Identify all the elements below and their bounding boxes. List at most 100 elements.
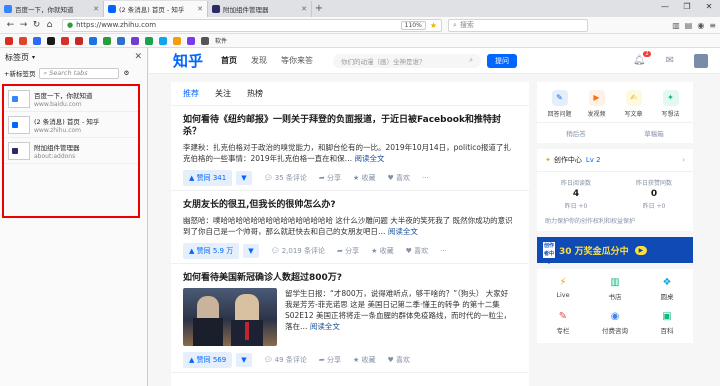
- quick-create-item[interactable]: ▶ 发视频: [578, 90, 615, 118]
- browser-tab-addons[interactable]: 附加组件管理器 ✕: [208, 1, 312, 17]
- sidebar-tab-item[interactable]: (2 条消息) 首页 - 知乎 www.zhihu.com: [4, 112, 138, 138]
- quick-create-item[interactable]: ✍ 写文章: [615, 90, 652, 118]
- url-bar[interactable]: ● https://www.zhihu.com 110% ★: [62, 18, 442, 32]
- drafts-link[interactable]: 草稿箱: [615, 123, 693, 143]
- bookmark-favicon-icon[interactable]: [19, 36, 27, 45]
- close-tab-icon[interactable]: ✕: [93, 5, 99, 13]
- browser-search-input[interactable]: ⌕ 搜索: [448, 18, 588, 32]
- bookmark-favicon-icon[interactable]: [89, 36, 97, 45]
- search-icon[interactable]: ⌕: [469, 56, 473, 65]
- comment-button[interactable]: 💬︎ 35 条评论: [264, 173, 307, 183]
- bookmark-favicon-icon[interactable]: [159, 36, 167, 45]
- card-title[interactable]: 如何看待美国新冠确诊人数超过800万?: [183, 272, 517, 284]
- zoom-level[interactable]: 110%: [400, 20, 426, 30]
- bell-icon[interactable]: 🔔︎ 2: [633, 51, 651, 66]
- bookmark-folder[interactable]: 软件: [215, 36, 227, 45]
- feature-item[interactable]: ◉ 付费咨询: [589, 311, 641, 335]
- read-more-link[interactable]: 阅读全文: [310, 322, 340, 331]
- library-icon[interactable]: ▥: [672, 21, 680, 30]
- card-title[interactable]: 女朋友长的很丑,但我长的很帅怎么办?: [183, 199, 517, 211]
- close-window-icon[interactable]: ✕: [698, 0, 720, 14]
- bookmark-favicon-icon[interactable]: [103, 36, 111, 45]
- share-button[interactable]: ➦ 分享: [319, 355, 341, 365]
- nav-discover[interactable]: 发现: [251, 55, 267, 66]
- nav-home[interactable]: 首页: [221, 55, 237, 66]
- forward-icon[interactable]: →: [17, 20, 30, 30]
- minimize-icon[interactable]: —: [654, 0, 676, 14]
- bookmark-star-icon[interactable]: ★: [430, 21, 437, 30]
- card-title[interactable]: 如何看待《纽约邮报》一则关于拜登的负面报道，于近日被Facebook和推特封杀？: [183, 114, 517, 138]
- share-button[interactable]: ➦ 分享: [319, 173, 341, 183]
- close-sidebar-icon[interactable]: ✕: [134, 52, 142, 62]
- maximize-icon[interactable]: ❐: [676, 0, 698, 14]
- bookmark-favicon-icon[interactable]: [173, 36, 181, 45]
- feature-item[interactable]: ▥ 书店: [589, 277, 641, 301]
- like-button[interactable]: ♥ 喜欢: [406, 246, 429, 256]
- read-more-link[interactable]: 阅读全文: [388, 227, 418, 236]
- feature-item[interactable]: ✎ 专栏: [537, 311, 589, 335]
- bookmark-favicon-icon[interactable]: [5, 36, 13, 45]
- card-excerpt[interactable]: 幽怒哈：噗哈哈哈哈哈哈哈哈哈哈哈哈哈哈哈 这什么沙雕问题 大半夜的笑死我了 既然…: [183, 215, 517, 237]
- new-tab-link[interactable]: +新标签页: [4, 68, 35, 78]
- message-icon[interactable]: ✉: [666, 55, 674, 66]
- menu-icon[interactable]: ≡: [709, 21, 716, 30]
- more-icon[interactable]: ···: [440, 247, 447, 255]
- tab-recommend[interactable]: 推荐: [183, 88, 199, 99]
- favorite-button[interactable]: ★ 收藏: [353, 355, 376, 365]
- feature-item[interactable]: ❖ 圆桌: [641, 277, 693, 301]
- settings-gear-icon[interactable]: ⚙: [123, 69, 129, 77]
- sidebar-tab-item[interactable]: 百度一下，你就知道 www.baidu.com: [4, 86, 138, 112]
- bookmark-favicon-icon[interactable]: [117, 36, 125, 45]
- bookmark-favicon-icon[interactable]: [145, 36, 153, 45]
- avatar[interactable]: [694, 53, 708, 68]
- like-button[interactable]: ♥ 喜欢: [387, 173, 410, 183]
- tab-follow[interactable]: 关注: [215, 88, 231, 99]
- comment-button[interactable]: 💬︎ 2,019 条评论: [271, 246, 325, 256]
- sidebar-header[interactable]: 标签页 ▾ ✕: [0, 48, 147, 66]
- new-tab-button[interactable]: +: [312, 1, 326, 17]
- sidebar-toggle-icon[interactable]: ▤: [685, 21, 693, 30]
- account-icon[interactable]: ◉: [697, 21, 704, 30]
- close-tab-icon[interactable]: ✕: [197, 5, 203, 13]
- bookmark-favicon-icon[interactable]: [47, 36, 55, 45]
- quick-create-item[interactable]: ✦ 写想法: [652, 90, 689, 118]
- creator-header[interactable]: ✦ 创作中心 Lv 2 ›: [537, 149, 693, 172]
- downvote-button[interactable]: ▼: [236, 171, 252, 185]
- downvote-button[interactable]: ▼: [236, 353, 252, 367]
- share-button[interactable]: ➦ 分享: [337, 246, 359, 256]
- like-button[interactable]: ♥ 喜欢: [387, 355, 410, 365]
- tab-search-input[interactable]: ⌕ Search tabs: [39, 67, 120, 79]
- bookmark-favicon-icon[interactable]: [131, 36, 139, 45]
- quick-create-item[interactable]: ✎ 回答问题: [541, 90, 578, 118]
- feature-item[interactable]: ▣ 百科: [641, 311, 693, 335]
- zhihu-logo[interactable]: 知乎: [173, 50, 203, 71]
- tab-hot[interactable]: 热榜: [247, 88, 263, 99]
- ask-button[interactable]: 提问: [487, 53, 518, 68]
- upvote-button[interactable]: ▲ 赞同 341: [183, 170, 233, 186]
- feature-item[interactable]: ⚡ Live: [537, 277, 589, 301]
- creator-tip[interactable]: 助力保护你的创作权利和权益保护: [537, 216, 693, 231]
- upvote-button[interactable]: ▲ 赞同 569: [183, 352, 233, 368]
- browser-tab-zhihu[interactable]: (2 条消息) 首页 - 知乎 ✕: [104, 1, 208, 17]
- bookmark-favicon-icon[interactable]: [201, 36, 209, 45]
- browser-tab-baidu[interactable]: 百度一下，你就知道 ✕: [0, 1, 104, 17]
- more-icon[interactable]: ···: [422, 174, 429, 182]
- nav-waiting[interactable]: 等你来答: [281, 55, 313, 66]
- back-icon[interactable]: ←: [4, 20, 17, 30]
- home-icon[interactable]: ⌂: [43, 20, 56, 30]
- bookmark-favicon-icon[interactable]: [61, 36, 69, 45]
- bookmark-favicon-icon[interactable]: [33, 36, 41, 45]
- card-thumbnail-image[interactable]: [183, 288, 277, 346]
- card-excerpt[interactable]: 留学生日报：“才800万，说得难听点，够干啥的？”（狗头） 大家好 我是芳芳-菲…: [285, 288, 517, 346]
- bookmark-favicon-icon[interactable]: [187, 36, 195, 45]
- promo-banner[interactable]: 创作者中心 30 万奖金瓜分中 ▶: [537, 237, 693, 265]
- read-more-link[interactable]: 阅读全文: [354, 154, 384, 163]
- close-tab-icon[interactable]: ✕: [301, 5, 307, 13]
- zhihu-search-input[interactable]: 你们的动漫（画）全神是谁？ ⌕: [333, 53, 482, 68]
- sidebar-tab-item[interactable]: 附加组件管理器 about:addons: [4, 138, 138, 164]
- upvote-button[interactable]: ▲ 赞同 5.9 万: [183, 243, 240, 259]
- downvote-button[interactable]: ▼: [243, 244, 259, 258]
- answer-later-link[interactable]: 稍后答: [537, 123, 615, 143]
- card-excerpt[interactable]: 李建秋：扎克伯格对于政治的嗅觉能力，和脚台伦有的一比。2019年10月14日，p…: [183, 142, 517, 164]
- favorite-button[interactable]: ★ 收藏: [353, 173, 376, 183]
